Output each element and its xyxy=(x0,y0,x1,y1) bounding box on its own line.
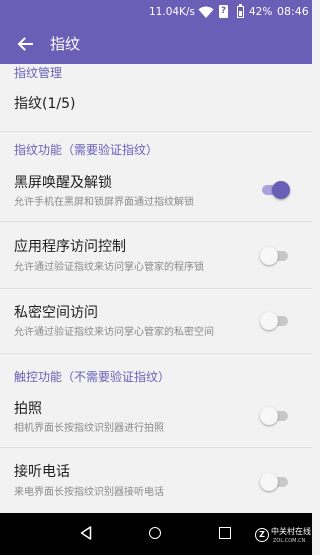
divider xyxy=(0,221,312,222)
item-title: 接听电话 xyxy=(14,464,70,480)
item-subtitle: 来电界面长按指纹识别器接听电话 xyxy=(14,487,164,498)
item-title: 黑屏唤醒及解锁 xyxy=(14,175,112,191)
clock: 08:46 xyxy=(277,5,309,18)
divider xyxy=(0,353,312,354)
network-speed: 11.04K/s xyxy=(149,6,195,18)
watermark-text: 中关村在线 xyxy=(271,527,311,536)
back-arrow-icon[interactable] xyxy=(15,34,35,54)
item-subtitle: 允许手机在黑屏和锁屏界面通过指纹解锁 xyxy=(14,197,194,208)
section-header-fingerprint-management: 指纹管理 xyxy=(14,66,63,80)
nav-back-icon[interactable] xyxy=(80,526,92,540)
status-bar: 11.04K/s ? 42% 08:46 xyxy=(0,0,312,24)
camera-toggle[interactable] xyxy=(260,407,290,425)
wake-unlock-toggle[interactable] xyxy=(260,181,290,199)
answer-call-toggle[interactable] xyxy=(260,473,290,491)
item-title: 拍照 xyxy=(14,401,42,417)
battery-icon xyxy=(237,4,244,18)
wifi-icon xyxy=(198,6,214,18)
app-lock-toggle[interactable] xyxy=(260,247,290,265)
battery-percent: 42% xyxy=(249,6,273,18)
private-space-toggle[interactable] xyxy=(260,312,290,330)
page-title: 指纹 xyxy=(50,35,81,53)
watermark-subtext: ZOL.COM.CN xyxy=(273,538,306,544)
nav-recents-icon[interactable] xyxy=(219,527,231,539)
item-title: 指纹(1/5) xyxy=(14,96,76,112)
divider xyxy=(0,288,312,289)
item-subtitle: 允许通过验证指纹来访问掌心管家的私密空间 xyxy=(14,327,214,338)
app-bar: 指纹 xyxy=(0,24,312,64)
watermark-logo-icon: Z xyxy=(255,528,269,542)
sim-card-icon: ? xyxy=(219,5,228,18)
divider xyxy=(0,131,312,132)
section-header-touch: 触控功能（不需要验证指纹） xyxy=(14,370,171,384)
watermark: Z 中关村在线 ZOL.COM.CN xyxy=(255,526,311,548)
divider xyxy=(0,447,312,448)
item-subtitle: 相机界面长按指纹识别器进行拍照 xyxy=(14,423,164,434)
item-subtitle: 允许通过验证指纹来访问掌心管家的程序锁 xyxy=(14,262,204,273)
nav-home-icon[interactable] xyxy=(149,527,161,539)
item-title: 应用程序访问控制 xyxy=(14,239,126,255)
item-title: 私密空间访问 xyxy=(14,305,98,321)
section-header-verify: 指纹功能（需要验证指纹） xyxy=(14,143,159,157)
settings-list[interactable]: 指纹管理 指纹(1/5) 指纹功能（需要验证指纹） 黑屏唤醒及解锁 允许手机在黑… xyxy=(0,64,312,513)
